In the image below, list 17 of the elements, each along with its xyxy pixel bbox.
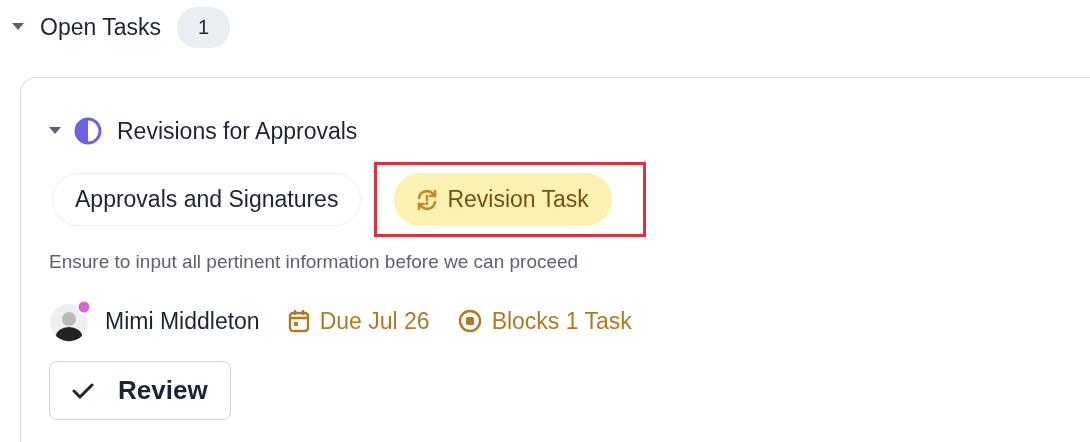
calendar-icon — [287, 309, 310, 333]
assignee-name: Mimi Middleton — [105, 307, 260, 335]
check-icon — [72, 381, 94, 400]
section-title: Open Tasks — [40, 13, 162, 41]
avatar — [49, 299, 93, 343]
stop-icon — [457, 309, 482, 333]
category-tag[interactable]: Approvals and Signatures — [52, 173, 362, 226]
blocks-count: Blocks 1 Task — [491, 307, 632, 335]
caret-icon[interactable] — [12, 23, 24, 31]
caret-icon[interactable] — [49, 127, 61, 135]
task-description: Ensure to input all pertinent information before we can proceed — [49, 251, 580, 273]
revision-tag[interactable]: Revision Task — [394, 173, 612, 226]
count-badge: 1 — [177, 6, 231, 48]
due-date: Due Jul 26 — [319, 307, 430, 335]
half-circle-icon — [73, 116, 103, 146]
review-button[interactable]: Review — [49, 361, 231, 420]
task-title: Revisions for Approvals — [117, 117, 358, 145]
